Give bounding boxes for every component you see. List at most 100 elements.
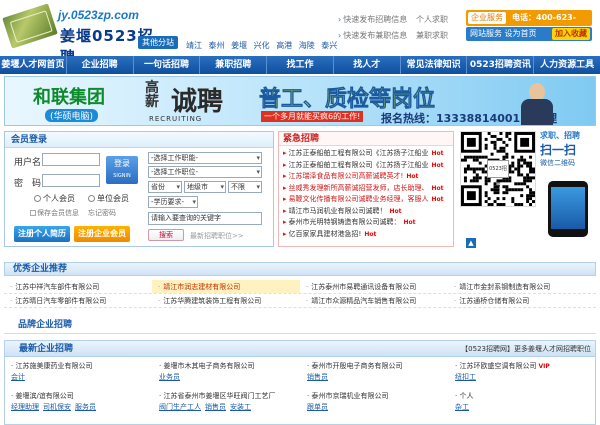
job-link[interactable]: 跟单员 xyxy=(307,403,328,411)
job-category-select[interactable]: -选择工作职能- xyxy=(148,152,262,164)
urgent-list: 江苏正泰船舶工程有限公司《江苏扬子江船业Hot江苏正泰船舶工程有限公司《江苏扬子… xyxy=(279,146,453,240)
unlimited-select[interactable]: 不限 xyxy=(228,181,262,193)
job-link[interactable]: 司机保安 xyxy=(43,403,71,411)
urgent-job-item[interactable]: 泰州市光明特钢铸造有限公司诚聘：Hot xyxy=(283,217,453,229)
job-link[interactable]: 杂工 xyxy=(455,403,469,411)
ad-banner[interactable]: 和联集团 (华硕电脑) 高薪 诚聘 RECRUITING 普工、质检等岗位 一个… xyxy=(4,76,596,126)
latest-title: 最新企业招聘 xyxy=(19,344,74,354)
nav-parttime[interactable]: 兼职招聘 xyxy=(200,56,268,74)
city-link[interactable]: 靖江 xyxy=(186,41,202,50)
forgot-password-link[interactable]: 忘记密码 xyxy=(88,208,116,218)
username-input[interactable] xyxy=(42,153,100,166)
job-link[interactable]: 销售员 xyxy=(205,403,226,411)
service-links-bar: 网站服务 设为首页 加入收藏 xyxy=(466,27,592,41)
job-seek-links: 个人求职 兼职求职 xyxy=(416,12,448,44)
urgent-job-item[interactable]: 亿百家家具建材港急招!Hot xyxy=(283,229,453,241)
latest-title-bar: 最新企业招聘 【0523招聘网】更多姜堰人才网招聘职位 xyxy=(5,341,595,357)
city-link[interactable]: 兴化 xyxy=(254,41,270,50)
main-nav: 姜堰人才网首页 企业招聘 一句话招聘 兼职招聘 找工作 找人才 常见法律知识 0… xyxy=(0,56,600,74)
nav-news[interactable]: 0523招聘资讯 xyxy=(467,56,535,74)
latest-company-card: · 姜堰市木其电子商务有限公司 业务员 xyxy=(153,361,301,391)
hot-badge: Hot xyxy=(389,207,402,215)
province-select[interactable]: 省份 xyxy=(148,181,182,193)
urgent-job-item[interactable]: 易鞭文化传播有限公司诚聘业务经理，客服人Hot xyxy=(283,194,453,206)
company-name-link[interactable]: · 泰州市京瑞机业有限公司 xyxy=(307,391,449,402)
education-select[interactable]: -学历要求- xyxy=(148,196,198,208)
city-link[interactable]: 泰兴 xyxy=(321,41,337,50)
scroll-up-icon[interactable]: ▲ xyxy=(466,238,476,248)
register-company-button[interactable]: 注册企业会员 xyxy=(74,226,130,242)
search-button[interactable]: 搜索 xyxy=(148,229,184,241)
company-name-link[interactable]: · 姜堰市木其电子商务有限公司 xyxy=(159,361,301,372)
company-name-link[interactable]: · 泰州市开殷电子商务有限公司 xyxy=(307,361,449,372)
company-link[interactable]: 江苏泰州市易聘通讯设备有限公司 xyxy=(300,280,448,293)
latest-company-card: · 姜堰滨/谊有限公司 经理助理 司机保安 服务员 xyxy=(5,391,153,421)
company-link[interactable]: 靖江市金封系钢制造有限公司 xyxy=(448,280,596,293)
add-favorite-button[interactable]: 加入收藏 xyxy=(552,28,590,40)
login-button[interactable]: 登录 SIGNIN xyxy=(106,156,138,184)
city-link[interactable]: 高港 xyxy=(276,41,292,50)
nav-company-jobs[interactable]: 企业招聘 xyxy=(67,56,134,74)
city-link[interactable]: 海陵 xyxy=(299,41,315,50)
company-link[interactable]: 靖江市众源精品汽车销售有限公司 xyxy=(300,294,448,307)
company-link[interactable]: 江苏晴日汽车零部件有限公司 xyxy=(4,294,152,307)
job-link[interactable]: 服务员 xyxy=(75,403,96,411)
urgent-job-item[interactable]: 江苏瑞泽食品有限公司高薪诚聘英才!Hot xyxy=(283,171,453,183)
nav-find-talent[interactable]: 找人才 xyxy=(334,56,401,74)
company-name-link[interactable]: · 江苏环欧盛空调有限公司 VIP xyxy=(455,361,597,372)
latest-company-card: · 江苏施美康药业有限公司 会计 xyxy=(5,361,153,391)
urgent-job-item[interactable]: 江苏正泰船舶工程有限公司《江苏扬子江船业Hot xyxy=(283,160,453,172)
hot-badge: Hot xyxy=(364,230,377,238)
urgent-job-item[interactable]: 靖江市马润机业有限公司诚聘！Hot xyxy=(283,206,453,218)
service-links[interactable]: 网站服务 设为首页 xyxy=(470,29,537,38)
nav-home[interactable]: 姜堰人才网首页 xyxy=(0,56,67,74)
service-phone-bar: 企业服务 电话：400-623-0523 xyxy=(466,10,592,38)
city-link[interactable]: 姜堰 xyxy=(231,41,247,50)
more-jobs-link[interactable]: 【0523招聘网】更多姜堰人才网招聘职位 xyxy=(461,341,591,357)
username-label: 用户名 xyxy=(14,158,42,168)
company-link[interactable]: 江苏中祥汽车部件有限公司 xyxy=(4,280,152,293)
mobile-promo: 求职、招聘 扫一扫 微信二维码 xyxy=(540,131,596,247)
recent-jobs-link[interactable]: 最新招聘职位>> xyxy=(190,231,244,241)
hot-badge: Hot xyxy=(431,150,444,157)
urgent-job-item[interactable]: 丝威秀发理新所高薪诚招营发师，店长助理、Hot xyxy=(283,183,453,195)
register-resume-button[interactable]: 注册个人简历 xyxy=(14,226,70,242)
nav-law[interactable]: 常见法律知识 xyxy=(401,56,468,74)
job-link[interactable]: 纽扣工 xyxy=(455,373,476,381)
job-link[interactable]: 会计 xyxy=(11,373,25,381)
hot-badge: Hot xyxy=(403,219,416,226)
company-name-link[interactable]: · 个人 xyxy=(455,391,597,402)
radio-company[interactable]: 单位会员 xyxy=(88,193,129,204)
hot-badge: Hot xyxy=(431,184,444,192)
city-select[interactable]: 地级市 xyxy=(184,181,226,193)
promo-text-3: 微信二维码 xyxy=(540,159,575,167)
password-input[interactable] xyxy=(42,174,100,187)
company-link-highlight[interactable]: 靖江市润志建材有限公司 xyxy=(152,280,300,293)
job-link[interactable]: 业务员 xyxy=(159,373,180,381)
latest-company-card: · 泰州市开殷电子商务有限公司 销售员 xyxy=(301,361,449,391)
job-link[interactable]: 阀门生产工人 xyxy=(159,403,201,411)
nav-hr-tools[interactable]: 人力资源工具 xyxy=(534,56,600,74)
city-link[interactable]: 泰州 xyxy=(209,41,225,50)
remember-checkbox[interactable]: 保存会员信息 xyxy=(30,208,79,218)
company-link[interactable]: 江苏通桥仓储有限公司 xyxy=(448,294,596,307)
personal-seek-link[interactable]: 个人求职 xyxy=(416,12,448,28)
nav-quick-jobs[interactable]: 一句话招聘 xyxy=(134,56,201,74)
promo-text-1: 求职、招聘 xyxy=(540,131,580,140)
company-name-link[interactable]: · 江苏省泰州市姜堰区华旺阀门工艺厂 xyxy=(159,391,301,402)
header: jy.0523zp.com 姜堰0523招聘 其他分站 靖江 泰州 姜堰 兴化 … xyxy=(0,0,600,66)
company-link[interactable]: 江苏华腾建筑装饰工程有限公司 xyxy=(152,294,300,307)
banner-person-image xyxy=(517,81,557,125)
radio-personal[interactable]: 个人会员 xyxy=(34,193,75,204)
other-sites-button[interactable]: 其他分站 xyxy=(138,36,178,49)
job-link[interactable]: 销售员 xyxy=(307,373,328,381)
keyword-input[interactable]: 请输入要查询的关键字 xyxy=(148,212,262,225)
nav-find-job[interactable]: 找工作 xyxy=(267,56,334,74)
job-position-select[interactable]: -选择工作职位- xyxy=(148,166,262,178)
job-link[interactable]: 经理助理 xyxy=(11,403,39,411)
parttime-seek-link[interactable]: 兼职求职 xyxy=(416,28,448,44)
urgent-job-item[interactable]: 江苏正泰船舶工程有限公司《江苏扬子江船业Hot xyxy=(283,148,453,160)
company-name-link[interactable]: · 姜堰滨/谊有限公司 xyxy=(11,391,153,402)
company-name-link[interactable]: · 江苏施美康药业有限公司 xyxy=(11,361,153,372)
job-link[interactable]: 安装工 xyxy=(230,403,251,411)
